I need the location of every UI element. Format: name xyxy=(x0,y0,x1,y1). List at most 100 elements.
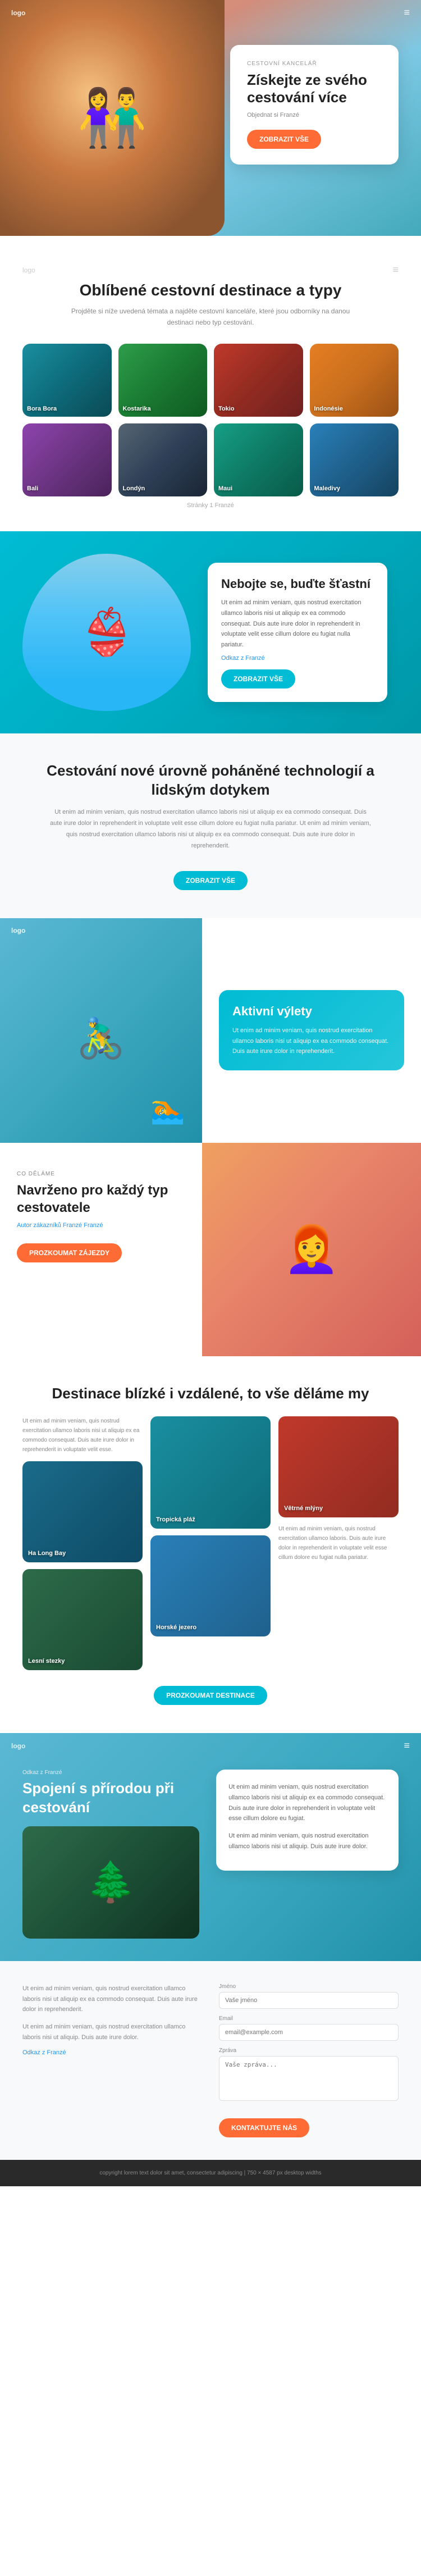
destfar-text-right: Ut enim ad minim veniam, quis nostrud ex… xyxy=(278,1524,399,1562)
destfar-center-col: Tropická pláž Horské jezero xyxy=(150,1416,271,1670)
nav-menu-icon[interactable]: ≡ xyxy=(404,7,410,19)
hero-title: Získejte ze svého cestování více xyxy=(247,71,382,106)
contact-right-panel: Jméno Email Zpráva KONTAKTUJTE NÁS xyxy=(219,1984,399,2137)
contact-email-input[interactable] xyxy=(219,2024,399,2041)
nature-nav: logo ≡ xyxy=(0,1733,421,1758)
destfar-img-beach[interactable]: Tropická pláž xyxy=(150,1416,271,1529)
destfar-left-col: Ut enim ad minim veniam, quis nostrud ex… xyxy=(22,1416,143,1670)
dest-card-maui[interactable]: Maui xyxy=(214,423,303,496)
footer: copyright lorem text dolor sit amet, con… xyxy=(0,2160,421,2186)
section-nature: logo ≡ Odkaz z Franzé Spojení s přírodou… xyxy=(0,1733,421,1961)
destinations-grid: Bora Bora Kostarika Tokio Indonésie Bali xyxy=(22,344,399,496)
nature-content: Odkaz z Franzé Spojení s přírodou při ce… xyxy=(0,1758,421,1961)
hero-couple-emoji: 👫 xyxy=(0,0,225,236)
active-logo: logo xyxy=(11,927,25,934)
section-contact: Ut enim ad minim veniam, quis nostrud ex… xyxy=(0,1961,421,2160)
footer-text: copyright lorem text dolor sit amet, con… xyxy=(99,2170,321,2176)
dest-card-indonesie[interactable]: Indonésie xyxy=(310,344,399,417)
cyclist-emoji: 🚴‍♂️ xyxy=(76,1016,125,1062)
whatwedo-author-link[interactable]: Franzé xyxy=(84,1222,103,1229)
destinations-menu-icon[interactable]: ≡ xyxy=(392,264,399,276)
destfar-title: Destinace blízké i vzdálené, to vše dělá… xyxy=(22,1384,399,1403)
whatwedo-cta-button[interactable]: PROZKOUMAT ZÁJEZDY xyxy=(17,1243,122,1262)
nature-left-panel: Odkaz z Franzé Spojení s přírodou při ce… xyxy=(22,1770,199,1939)
contact-name-input[interactable] xyxy=(219,1992,399,2009)
dest-label-tokyo: Tokio xyxy=(218,405,235,412)
contact-name-field: Jméno xyxy=(219,1984,399,2009)
active-left-panel: 🚴‍♂️ 🏊 xyxy=(0,918,202,1143)
active-right-panel: Aktivní výlety Ut enim ad minim veniam, … xyxy=(202,918,421,1143)
dest-label-indonesie: Indonésie xyxy=(314,405,343,412)
active-title: Aktivní výlety xyxy=(232,1004,391,1020)
active-menu-icon[interactable]: ≡ xyxy=(404,925,410,937)
section-happy: 👙 Nebojte se, buďte šťastní Ut enim ad m… xyxy=(0,531,421,733)
destinations-title: Oblíbené cestovní destinace a typy xyxy=(22,280,399,300)
whatwedo-title: Navrženo pro každý typ cestovatele xyxy=(17,1182,185,1216)
whatwedo-right-panel: 👩‍🦰 xyxy=(202,1143,421,1356)
nature-logo: logo xyxy=(11,1742,25,1750)
dest-card-bali[interactable]: Bali xyxy=(22,423,112,496)
nature-badge: Odkaz z Franzé xyxy=(22,1770,199,1776)
dest-card-kostarika[interactable]: Kostarika xyxy=(118,344,208,417)
nature-card: Ut enim ad minim veniam, quis nostrud ex… xyxy=(216,1770,399,1871)
active-nav: logo ≡ xyxy=(0,925,421,937)
destfar-img-halong[interactable]: Ha Long Bay xyxy=(22,1461,143,1562)
tech-title: Cestování nové úrovně poháněné technolog… xyxy=(22,762,399,800)
dest-label-maui: Maui xyxy=(218,485,232,492)
destfar-img-lake[interactable]: Horské jezero xyxy=(150,1535,271,1636)
contact-message-field: Zpráva xyxy=(219,2048,399,2104)
hero-section: 👫 logo ≡ CESTOVNÍ KANCELÁŘ Získejte ze s… xyxy=(0,0,421,236)
destfar-cta-button[interactable]: PROZKOUMAT DESTINACE xyxy=(154,1686,267,1705)
tech-text: Ut enim ad minim veniam, quis nostrud ex… xyxy=(48,807,373,851)
happy-text: Ut enim ad minim veniam, quis nostrud ex… xyxy=(221,598,374,650)
nature-menu-icon[interactable]: ≡ xyxy=(404,1740,410,1752)
dest-card-maui-bg: Maui xyxy=(214,423,303,496)
destinations-nav: logo ≡ xyxy=(22,264,399,276)
destfar-img-windmill[interactable]: Větrné mlýny xyxy=(278,1416,399,1517)
nav-logo: logo xyxy=(11,9,25,17)
hero-nav: logo ≡ xyxy=(0,7,421,19)
hero-cta-button[interactable]: ZOBRAZIT VŠE xyxy=(247,130,321,149)
destfar-text-left: Ut enim ad minim veniam, quis nostrud ex… xyxy=(22,1416,143,1455)
destfar-grid: Ut enim ad minim veniam, quis nostrud ex… xyxy=(22,1416,399,1670)
contact-link[interactable]: Odkaz z Franzé xyxy=(22,2049,66,2056)
dest-label-bora: Bora Bora xyxy=(27,405,57,412)
active-card: Aktivní výlety Ut enim ad minim veniam, … xyxy=(219,990,404,1070)
dest-card-bora-bora[interactable]: Bora Bora xyxy=(22,344,112,417)
dest-card-kostarika-bg: Kostarika xyxy=(118,344,208,417)
nature-emoji: 🌲 xyxy=(86,1859,135,1905)
hero-couple-image: 👫 xyxy=(0,0,225,236)
section-destfar: Destinace blízké i vzdálené, to vše dělá… xyxy=(0,1356,421,1734)
contact-message-label: Zpráva xyxy=(219,2048,399,2054)
dest-card-tokyo[interactable]: Tokio xyxy=(214,344,303,417)
whatwedo-author-text: Autor zákazníků Franzé xyxy=(17,1222,82,1229)
tech-cta-button[interactable]: ZOBRAZIT VŠE xyxy=(173,871,248,890)
diver-emoji: 🏊 xyxy=(150,1093,185,1126)
dest-label-bali: Bali xyxy=(27,485,38,492)
contact-submit-button[interactable]: KONTAKTUJTE NÁS xyxy=(219,2118,309,2137)
whatwedo-badge: CO DĚLÁME xyxy=(17,1171,185,1177)
nature-forest-image: 🌲 xyxy=(22,1826,199,1939)
section-destinations: logo ≡ Oblíbené cestovní destinace a typ… xyxy=(0,236,421,531)
hero-sub: Objednat si Franzé xyxy=(247,112,382,118)
destinations-more: Stránky 1 Franzé xyxy=(22,502,399,509)
dest-card-london[interactable]: Londýn xyxy=(118,423,208,496)
contact-message-input[interactable] xyxy=(219,2056,399,2101)
contact-left-panel: Ut enim ad minim veniam, quis nostrud ex… xyxy=(22,1984,202,2137)
nature-right-panel: Ut enim ad minim veniam, quis nostrud ex… xyxy=(216,1770,399,1939)
happy-cta-button[interactable]: ZOBRAZIT VŠE xyxy=(221,669,295,689)
nature-card-text2: Ut enim ad minim veniam, quis nostrud ex… xyxy=(228,1831,386,1852)
dest-card-maldives-bg: Maledivy xyxy=(310,423,399,496)
contact-email-label: Email xyxy=(219,2016,399,2022)
contact-text1: Ut enim ad minim veniam, quis nostrud ex… xyxy=(22,1984,202,2015)
happy-link[interactable]: Odkaz z Franzé xyxy=(221,655,374,662)
contact-name-label: Jméno xyxy=(219,1984,399,1990)
happy-image: 👙 xyxy=(22,554,191,711)
contact-grid: Ut enim ad minim veniam, quis nostrud ex… xyxy=(22,1984,399,2137)
dest-card-maldives[interactable]: Maledivy xyxy=(310,423,399,496)
destfar-img-forest[interactable]: Lesní stezky xyxy=(22,1569,143,1670)
nature-title: Spojení s přírodou při cestování xyxy=(22,1779,199,1817)
whatwedo-author: Autor zákazníků Franzé Franzé xyxy=(17,1222,185,1229)
dest-label-london: Londýn xyxy=(123,485,145,492)
happy-card: Nebojte se, buďte šťastní Ut enim ad min… xyxy=(208,563,387,702)
